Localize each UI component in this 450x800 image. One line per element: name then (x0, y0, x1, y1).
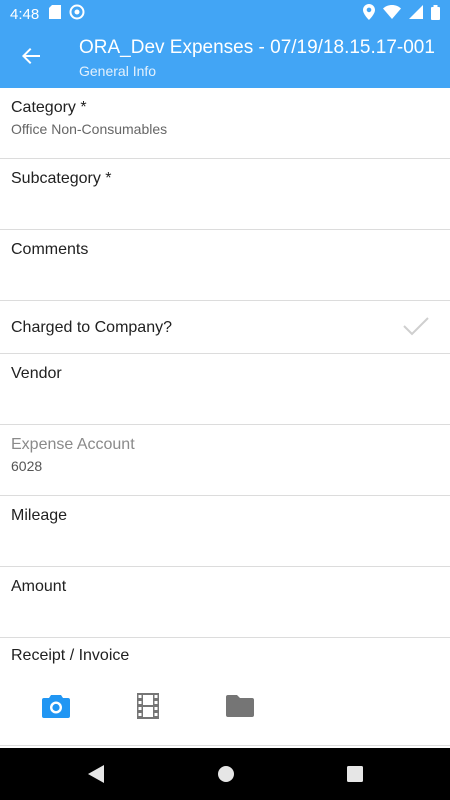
receipt-label: Receipt / Invoice (11, 647, 130, 664)
arrow-back-icon (21, 46, 41, 71)
subcategory-field[interactable]: Subcategory * (0, 159, 450, 230)
vendor-field[interactable]: Vendor (0, 354, 450, 425)
page-title: ORA_Dev Expenses - 07/19/18.15.17-001 (79, 37, 435, 58)
wifi-icon (383, 5, 401, 23)
amount-field[interactable]: Amount (0, 567, 450, 638)
expense-account-field: Expense Account 6028 (0, 425, 450, 496)
expense-form: Category * Office Non-Consumables Subcat… (0, 88, 450, 638)
category-label: Category * (11, 99, 87, 116)
page-subtitle: General Info (79, 63, 157, 79)
expense-account-value: 6028 (11, 458, 43, 474)
battery-icon (431, 4, 440, 24)
mileage-field[interactable]: Mileage (0, 496, 450, 567)
status-bar: 4:48 (0, 0, 450, 28)
nav-home-icon[interactable] (216, 764, 236, 784)
mileage-label: Mileage (11, 507, 68, 524)
receipt-section: Receipt / Invoice (0, 634, 450, 746)
charged-to-company-label: Charged to Company? (11, 319, 172, 336)
category-field[interactable]: Category * Office Non-Consumables (0, 88, 450, 159)
location-icon (363, 4, 375, 24)
app-bar: ORA_Dev Expenses - 07/19/18.15.17-001 Ge… (0, 28, 450, 88)
vendor-label: Vendor (11, 365, 62, 382)
amount-label: Amount (11, 578, 67, 595)
category-value: Office Non-Consumables (11, 121, 168, 137)
sd-card-icon (49, 5, 62, 23)
film-icon[interactable] (134, 692, 162, 720)
status-time: 4:48 (10, 5, 40, 23)
attachment-options (42, 692, 254, 720)
comments-field[interactable]: Comments (0, 230, 450, 301)
sync-icon (69, 4, 85, 24)
folder-icon[interactable] (226, 692, 254, 720)
back-button[interactable] (14, 41, 48, 75)
charged-to-company-toggle[interactable]: Charged to Company? (0, 301, 450, 354)
system-navigation-bar (0, 748, 450, 800)
signal-icon (409, 5, 423, 23)
checkmark-icon[interactable] (402, 315, 430, 342)
camera-icon[interactable] (42, 692, 70, 720)
nav-recents-icon[interactable] (345, 764, 365, 784)
expense-account-label: Expense Account (11, 436, 135, 453)
comments-label: Comments (11, 241, 89, 258)
subcategory-label: Subcategory * (11, 170, 112, 187)
nav-back-icon[interactable] (86, 764, 106, 784)
